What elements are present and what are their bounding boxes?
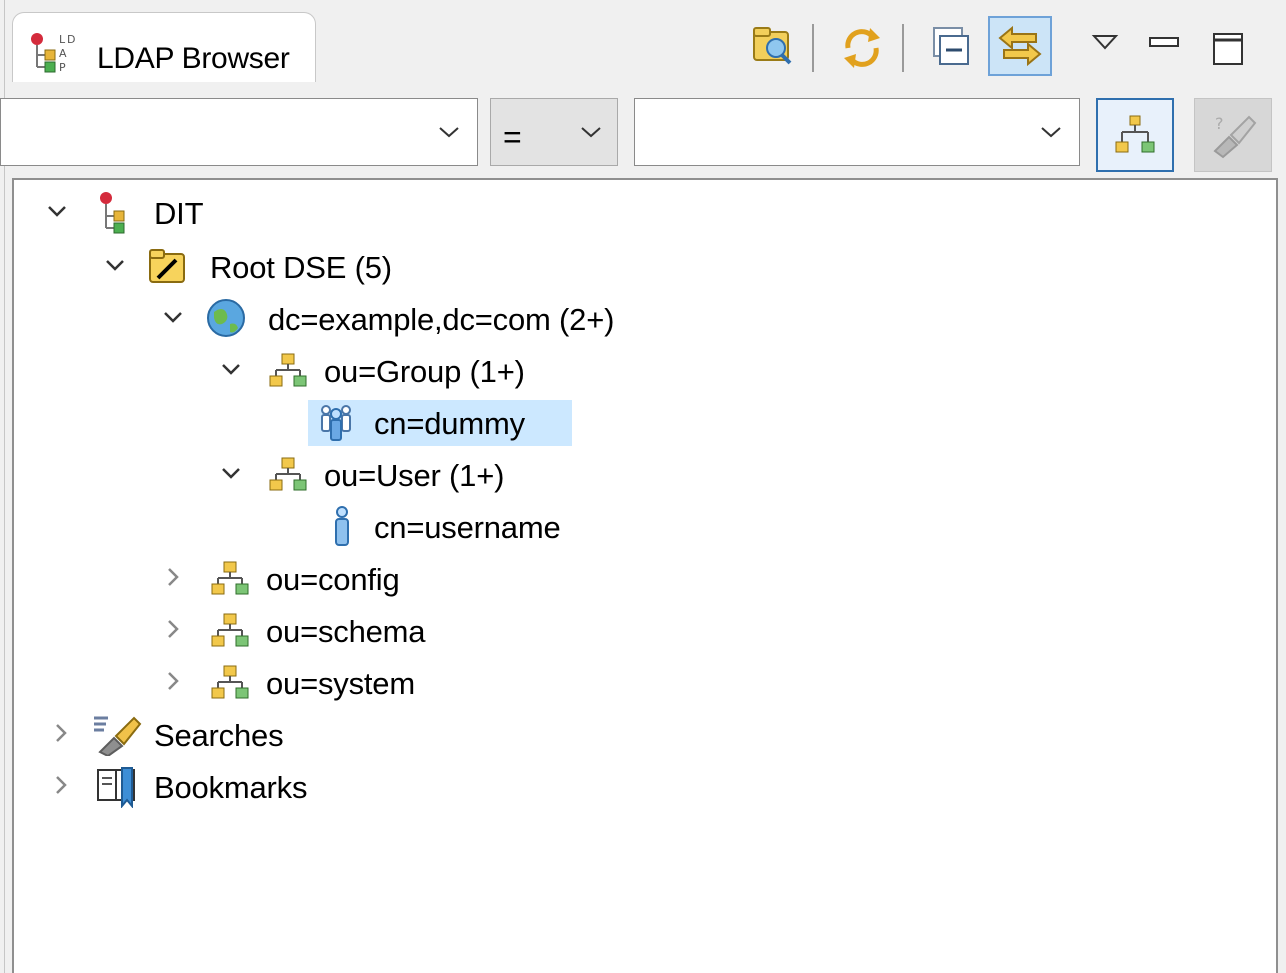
person-icon (335, 506, 349, 546)
collapse-all-icon[interactable] (928, 18, 976, 74)
chevron-down-icon (439, 127, 459, 138)
tree-item-label: ou=system (266, 666, 415, 701)
ldap-tree[interactable]: DIT Root DSE (5) dc=example,dc=com (2+) (12, 178, 1278, 973)
view-title: LDAP Browser (97, 42, 290, 75)
ldap-browser-view: L D A P LDAP Browser = ? DIT Root DSE (5… (0, 0, 1286, 973)
chevron-down-icon[interactable] (44, 198, 70, 224)
tree-item[interactable]: ou=Group (1+) (218, 348, 618, 392)
org-unit-icon (211, 665, 249, 699)
svg-text:?: ? (1215, 114, 1224, 133)
apply-filter-icon (1115, 115, 1155, 153)
maximize-icon[interactable] (1210, 18, 1246, 74)
chevron-down-icon (1041, 127, 1061, 138)
toolbar-separator (902, 24, 904, 72)
operator-combo-value: = (503, 119, 522, 155)
tree-item-label: ou=config (266, 562, 400, 597)
tree-item-label: Searches (154, 718, 284, 753)
chevron-down-icon[interactable] (160, 304, 186, 330)
org-unit-icon (211, 613, 249, 647)
chevron-right-icon[interactable] (160, 668, 186, 694)
dit-icon (100, 192, 125, 234)
org-unit-icon (269, 353, 307, 387)
link-with-editor-button[interactable] (988, 16, 1052, 76)
chevron-down-icon[interactable] (218, 356, 244, 382)
svg-text:P: P (59, 61, 66, 73)
group-icon (321, 405, 351, 441)
tree-item[interactable]: DIT (44, 190, 444, 234)
globe-icon (207, 299, 245, 337)
svg-text:A: A (59, 47, 67, 60)
org-unit-icon (269, 457, 307, 491)
ldap-browser-icon: L D A P (31, 33, 75, 73)
tree-item-label: ou=schema (266, 614, 426, 649)
chevron-right-icon[interactable] (160, 616, 186, 642)
tree-item-label: cn=dummy (374, 406, 525, 441)
clear-filter-button[interactable]: ? (1194, 98, 1272, 172)
attribute-combo[interactable] (0, 98, 478, 166)
chevron-right-icon[interactable] (160, 564, 186, 590)
tree-item-label: ou=User (1+) (324, 458, 505, 493)
chevron-down-icon[interactable] (218, 460, 244, 486)
tree-item[interactable]: ou=system (160, 660, 560, 704)
tree-item-selected[interactable]: cn=dummy (310, 400, 570, 444)
tree-item-label: ou=Group (1+) (324, 354, 525, 389)
clear-filter-icon: ? (1213, 114, 1257, 159)
org-unit-icon (211, 561, 249, 595)
open-search-dialog-icon[interactable] (748, 18, 800, 74)
searches-icon (94, 716, 142, 756)
chevron-down-icon (581, 127, 601, 138)
value-combo[interactable] (634, 98, 1080, 166)
tree-item-label: Root DSE (5) (210, 250, 392, 285)
toolbar-separator (812, 24, 814, 72)
tree-item[interactable]: ou=schema (160, 608, 560, 652)
tree-item[interactable]: Searches (48, 712, 448, 756)
link-with-editor-icon (998, 25, 1042, 67)
chevron-down-icon[interactable] (102, 252, 128, 278)
apply-filter-button[interactable] (1096, 98, 1174, 172)
svg-text:D: D (67, 33, 75, 46)
operator-combo[interactable]: = (490, 98, 618, 166)
svg-text:L: L (59, 33, 66, 46)
view-tab[interactable]: L D A P LDAP Browser (12, 12, 316, 82)
chevron-right-icon[interactable] (48, 772, 74, 798)
refresh-icon[interactable] (836, 18, 888, 74)
tree-item[interactable]: cn=username (310, 504, 630, 548)
tree-item[interactable]: dc=example,dc=com (2+) (160, 296, 720, 340)
chevron-right-icon[interactable] (48, 720, 74, 746)
view-menu-icon[interactable] (1090, 18, 1120, 74)
minimize-icon[interactable] (1146, 18, 1182, 74)
tree-item[interactable]: ou=config (160, 556, 560, 600)
tree-item-label: DIT (154, 196, 204, 231)
tree-item-label: Bookmarks (154, 770, 308, 805)
root-dse-icon (149, 249, 185, 283)
bookmarks-icon (97, 767, 135, 808)
tree-item[interactable]: ou=User (1+) (218, 452, 618, 496)
tree-item[interactable]: Bookmarks (48, 764, 448, 808)
tree-item-label: dc=example,dc=com (2+) (268, 302, 615, 337)
tree-item[interactable]: Root DSE (5) (102, 244, 502, 288)
tree-item-label: cn=username (374, 510, 561, 545)
